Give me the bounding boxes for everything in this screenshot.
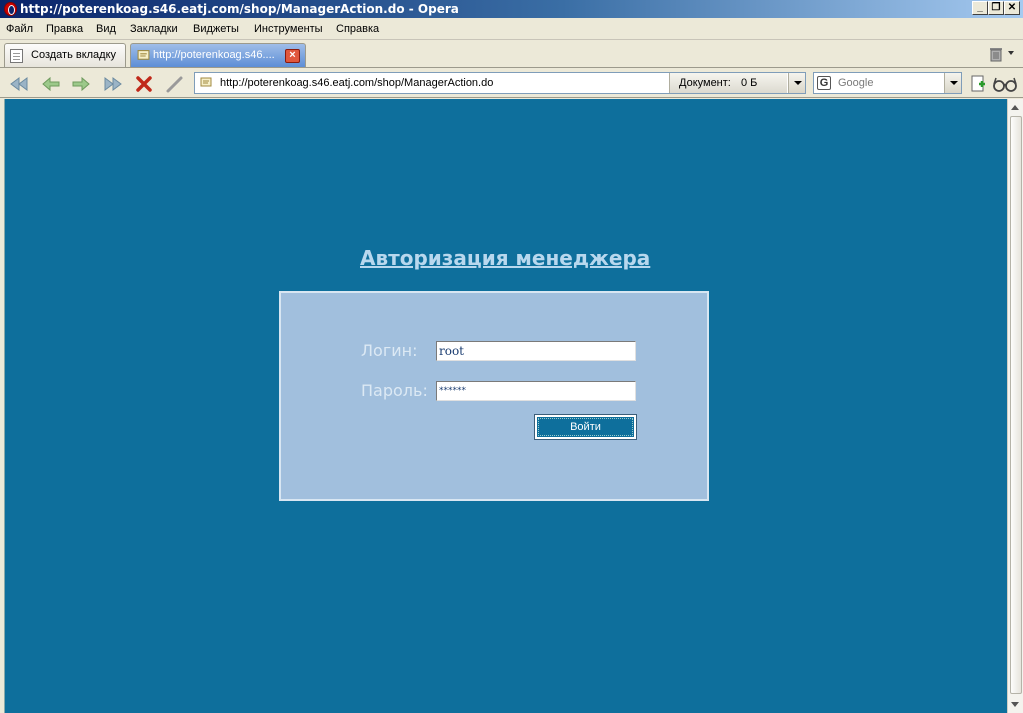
menu-widgets[interactable]: Виджеты xyxy=(193,23,239,35)
vertical-scrollbar[interactable] xyxy=(1007,99,1023,713)
menu-edit[interactable]: Правка xyxy=(46,23,83,35)
trash-icon[interactable] xyxy=(988,45,1004,62)
tab-active[interactable]: http://poterenkoag.s46.... × xyxy=(130,43,306,67)
title-bar: http://poterenkoag.s46.eatj.com/shop/Man… xyxy=(0,0,1023,18)
forward-icon[interactable] xyxy=(70,73,92,95)
address-favicon-icon xyxy=(200,77,212,87)
tab-close-icon[interactable]: × xyxy=(285,49,300,63)
document-info: Документ: 0 Б xyxy=(669,73,787,93)
edit-icon[interactable] xyxy=(164,73,186,95)
scroll-up-icon[interactable] xyxy=(1011,105,1019,110)
tab-bar: Создать вкладку http://poterenkoag.s46..… xyxy=(0,41,1023,68)
opera-logo-icon xyxy=(4,2,17,16)
menu-tools[interactable]: Инструменты xyxy=(254,23,323,35)
menu-view[interactable]: Вид xyxy=(96,23,116,35)
trash-dropdown-icon[interactable] xyxy=(1008,51,1014,55)
add-note-icon[interactable] xyxy=(967,73,989,95)
google-icon: G xyxy=(817,76,831,90)
search-field[interactable]: G Google xyxy=(813,72,962,94)
login-submit-button[interactable]: Войти xyxy=(534,414,637,440)
rewind-icon[interactable] xyxy=(8,73,30,95)
navigation-toolbar: http://poterenkoag.s46.eatj.com/shop/Man… xyxy=(0,69,1023,98)
page-content: Авторизация менеджера Логин: Пароль: Вой… xyxy=(4,99,1007,713)
address-url: http://poterenkoag.s46.eatj.com/shop/Man… xyxy=(220,77,494,89)
fast-forward-icon[interactable] xyxy=(102,73,124,95)
address-dropdown-icon[interactable] xyxy=(788,73,805,93)
document-size: 0 Б xyxy=(741,77,758,89)
new-tab-icon xyxy=(10,49,23,63)
password-input[interactable] xyxy=(436,381,636,401)
stop-icon[interactable] xyxy=(133,73,155,95)
menu-bookmarks[interactable]: Закладки xyxy=(130,23,178,35)
login-form: Логин: Пароль: Войти xyxy=(279,291,709,501)
glasses-icon[interactable] xyxy=(992,73,1018,95)
page-favicon-icon xyxy=(137,50,150,60)
menu-file[interactable]: Файл xyxy=(6,23,33,35)
search-dropdown-icon[interactable] xyxy=(944,73,961,93)
address-bar[interactable]: http://poterenkoag.s46.eatj.com/shop/Man… xyxy=(194,72,806,94)
back-icon[interactable] xyxy=(40,73,62,95)
window-title: http://poterenkoag.s46.eatj.com/shop/Man… xyxy=(20,2,459,16)
login-input[interactable] xyxy=(436,341,636,361)
new-tab-button[interactable]: Создать вкладку xyxy=(4,43,126,67)
minimize-button[interactable]: _ xyxy=(972,1,988,15)
login-label: Логин: xyxy=(361,341,418,360)
browser-window: http://poterenkoag.s46.eatj.com/shop/Man… xyxy=(0,0,1023,713)
close-button[interactable]: ✕ xyxy=(1004,1,1020,15)
menu-help[interactable]: Справка xyxy=(336,23,379,35)
scroll-thumb[interactable] xyxy=(1010,116,1022,694)
restore-button[interactable]: ❐ xyxy=(988,1,1004,15)
search-engine-label: Google xyxy=(838,77,874,89)
new-tab-label: Создать вкладку xyxy=(31,49,117,61)
page-heading[interactable]: Авторизация менеджера xyxy=(360,246,650,270)
menu-bar: Файл Правка Вид Закладки Виджеты Инструм… xyxy=(0,19,1023,40)
password-label: Пароль: xyxy=(361,381,428,400)
document-label: Документ: xyxy=(679,77,731,89)
active-tab-label: http://poterenkoag.s46.... xyxy=(153,49,275,61)
scroll-down-icon[interactable] xyxy=(1011,702,1019,707)
